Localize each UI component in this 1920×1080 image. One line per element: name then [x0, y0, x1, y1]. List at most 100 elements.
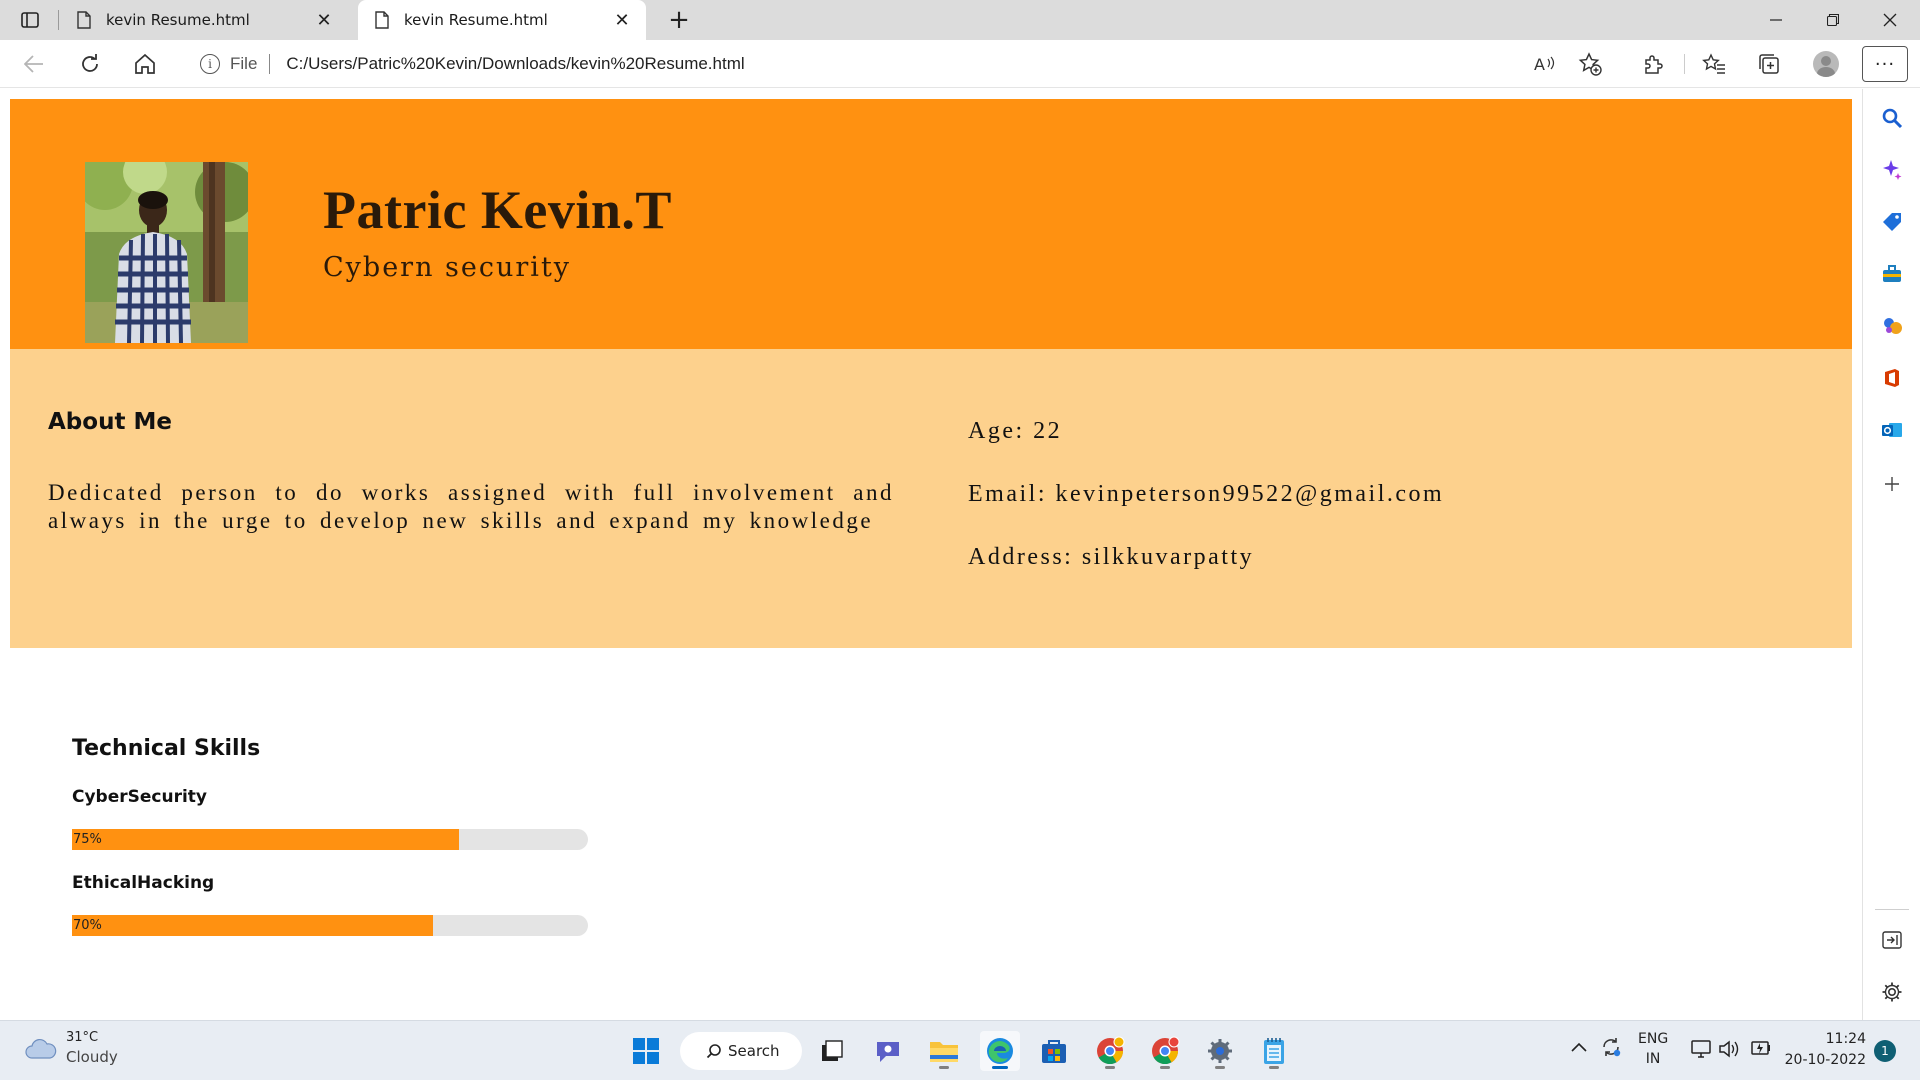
back-button[interactable]: [16, 48, 52, 80]
close-icon: [1883, 13, 1897, 27]
skill-name-cybersecurity: CyberSecurity: [72, 787, 208, 807]
close-tab-icon[interactable]: ✕: [314, 10, 334, 31]
restore-icon: [1827, 14, 1839, 26]
profile-button[interactable]: [1808, 48, 1844, 80]
address-divider: [269, 54, 271, 74]
address-bar[interactable]: i File C:/Users/Patric%20Kevin/Downloads…: [178, 44, 1618, 84]
clock-time: 11:24: [1825, 1031, 1866, 1047]
notepad-button[interactable]: [1254, 1031, 1294, 1071]
notification-badge[interactable]: 1: [1874, 1040, 1896, 1062]
sidebar-divider: [1875, 909, 1909, 910]
chat-icon: [877, 1042, 899, 1062]
chrome-button-2[interactable]: [1145, 1031, 1185, 1071]
home-icon: [135, 53, 155, 74]
tab-actions-button[interactable]: [12, 6, 48, 34]
extensions-button[interactable]: [1635, 48, 1671, 80]
favorites-button[interactable]: [1696, 48, 1732, 80]
taskbar-search-label: Search: [728, 1042, 780, 1060]
network-icon[interactable]: [1690, 1039, 1712, 1065]
address-url[interactable]: C:/Users/Patric%20Kevin/Downloads/kevin%…: [286, 54, 744, 74]
search-icon[interactable]: [1879, 105, 1905, 131]
folder-icon: [930, 1042, 958, 1062]
chrome-icon: [1097, 1036, 1125, 1065]
avatar: [1813, 51, 1839, 77]
close-window-button[interactable]: [1862, 0, 1918, 40]
home-button[interactable]: [127, 48, 163, 80]
add-sidebar-app-icon[interactable]: [1879, 471, 1905, 497]
age-info: Age: 22: [968, 418, 1063, 444]
refresh-icon: [82, 54, 98, 72]
minimize-button[interactable]: [1748, 0, 1804, 40]
star-add-icon: [1578, 52, 1602, 76]
search-icon: [706, 1044, 721, 1059]
tab-actions-icon: [21, 12, 39, 28]
address-scheme: File: [230, 54, 258, 73]
settings-and-more-button[interactable]: ···: [1862, 46, 1908, 82]
weather-temp: 31°C: [66, 1030, 99, 1045]
new-tab-button[interactable]: +: [662, 5, 696, 35]
tab-kevin-resume-2[interactable]: kevin Resume.html ✕: [358, 0, 646, 40]
taskbar-search[interactable]: Search: [680, 1032, 802, 1070]
store-icon: [1042, 1040, 1066, 1063]
task-view-icon: [822, 1040, 843, 1061]
close-tab-icon[interactable]: ✕: [612, 10, 632, 31]
shopping-tag-icon[interactable]: [1879, 209, 1905, 235]
resume-header: Patric Kevin.T Cybern security: [10, 99, 1852, 349]
read-aloud-button[interactable]: A: [1526, 48, 1562, 80]
favorites-icon: [1702, 53, 1725, 74]
hide-sidebar-icon[interactable]: [1879, 927, 1905, 953]
sync-icon[interactable]: [1600, 1036, 1622, 1064]
battery-icon[interactable]: [1748, 1039, 1772, 1063]
about-title: About Me: [48, 409, 172, 435]
weather-condition: Cloudy: [66, 1048, 118, 1066]
skill-bar-cybersecurity: 75%: [72, 829, 588, 850]
add-favorite-button[interactable]: [1572, 48, 1608, 80]
weather-widget[interactable]: 31°C Cloudy: [24, 1029, 118, 1067]
tab-title: kevin Resume.html: [106, 11, 250, 29]
info-icon[interactable]: i: [200, 54, 220, 74]
tab-kevin-resume-1[interactable]: kevin Resume.html ✕: [60, 0, 348, 40]
cloud-icon: [25, 1038, 57, 1059]
games-icon[interactable]: [1879, 313, 1905, 339]
volume-icon[interactable]: [1718, 1039, 1740, 1065]
resume-role: Cybern security: [323, 252, 572, 283]
gear-icon[interactable]: [1879, 979, 1905, 1005]
document-icon: [77, 11, 91, 29]
settings-app-button[interactable]: [1200, 1031, 1240, 1071]
office-icon[interactable]: [1879, 365, 1905, 391]
clock-date: 20-10-2022: [1784, 1052, 1866, 1068]
chrome-button-1[interactable]: [1090, 1031, 1130, 1071]
edge-icon: [987, 1038, 1013, 1064]
collections-button[interactable]: [1751, 48, 1787, 80]
email-info: Email: kevinpeterson99522@gmail.com: [968, 481, 1445, 507]
resume-name: Patric Kevin.T: [323, 180, 672, 240]
file-explorer-button[interactable]: [924, 1031, 964, 1071]
windows-logo-icon: [633, 1038, 659, 1064]
profile-photo: [85, 162, 248, 343]
tools-briefcase-icon[interactable]: [1879, 261, 1905, 287]
teams-chat-button[interactable]: [868, 1031, 908, 1071]
puzzle-icon: [1645, 55, 1663, 74]
toolbar-divider: [1684, 54, 1685, 74]
running-indicator: [1105, 1066, 1115, 1069]
edge-button[interactable]: [980, 1031, 1020, 1071]
restore-button[interactable]: [1805, 0, 1861, 40]
copilot-sparkle-icon[interactable]: [1879, 157, 1905, 183]
tab-separator: [58, 10, 59, 30]
back-arrow-icon: [24, 55, 43, 73]
start-button[interactable]: [626, 1031, 666, 1071]
language-region: IN: [1645, 1051, 1661, 1067]
show-hidden-icons-button[interactable]: [1570, 1039, 1588, 1059]
microsoft-store-button[interactable]: [1034, 1031, 1074, 1071]
running-indicator: [1269, 1066, 1279, 1069]
task-view-button[interactable]: [812, 1031, 852, 1071]
running-indicator: [992, 1066, 1008, 1069]
language-indicator[interactable]: ENG IN: [1638, 1029, 1668, 1069]
outlook-icon[interactable]: [1879, 417, 1905, 443]
notepad-icon: [1264, 1038, 1284, 1064]
refresh-button[interactable]: [72, 48, 108, 80]
page-content: Patric Kevin.T Cybern security About Me …: [0, 89, 1862, 1020]
tab-strip: kevin Resume.html ✕ kevin Resume.html ✕ …: [0, 0, 1920, 40]
gear-icon: [1208, 1039, 1232, 1063]
system-clock[interactable]: 11:24 20-10-2022: [1780, 1029, 1866, 1071]
